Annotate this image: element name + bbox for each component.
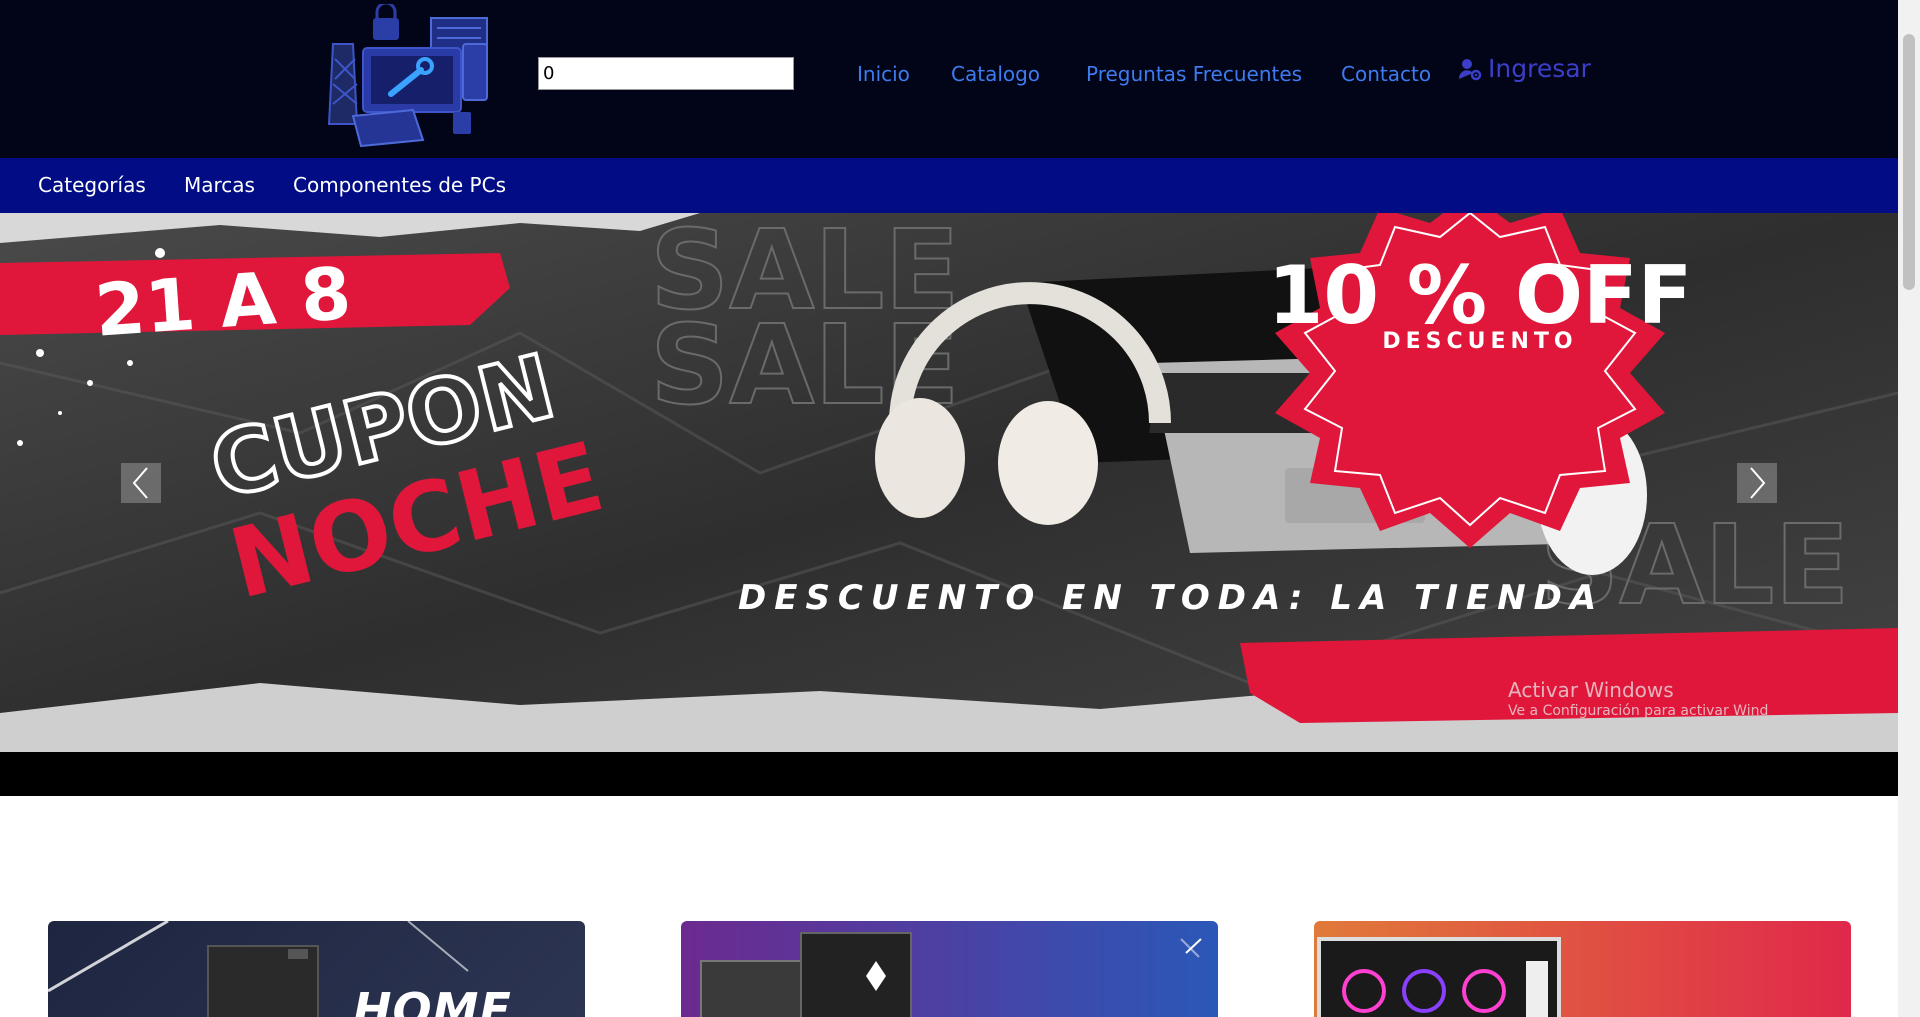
category-card-rgb[interactable]: [1314, 921, 1851, 1017]
card-gaming-art: [700, 932, 1202, 1017]
carousel-next-button[interactable]: [1737, 463, 1777, 503]
page: Inicio Catalogo Preguntas Frecuentes Con…: [0, 0, 1898, 1017]
nav-inicio[interactable]: Inicio: [857, 62, 910, 86]
scrollbar-thumb[interactable]: [1903, 34, 1915, 290]
top-header: [0, 0, 1898, 158]
banner-date: 21 A 8: [92, 251, 353, 353]
nav-catalogo[interactable]: Catalogo: [951, 62, 1040, 86]
search-input[interactable]: [538, 57, 794, 90]
login-label: Ingresar: [1488, 54, 1591, 83]
category-bar: [0, 158, 1898, 213]
computer-repair-logo-icon: [327, 1, 488, 148]
chevron-right-icon: [1750, 467, 1766, 499]
promo-banner: SALE SALE SALE 21 A 8 CUPON NOCHE 10 % O…: [0, 213, 1898, 752]
card-home-label: HOME: [353, 983, 512, 1017]
banner-tagline: DESCUENTO EN TODA: LA TIENDA: [738, 578, 1604, 618]
subnav-marcas[interactable]: Marcas: [184, 173, 255, 197]
subnav-categorias[interactable]: Categorías: [38, 173, 146, 197]
promo-carousel: SALE SALE SALE 21 A 8 CUPON NOCHE 10 % O…: [0, 213, 1898, 752]
user-gear-icon: [1458, 58, 1482, 80]
carousel-footer-strip: [0, 752, 1898, 796]
card-rgb-art: [1317, 937, 1561, 1017]
nav-preguntas-frecuentes[interactable]: Preguntas Frecuentes: [1086, 62, 1302, 86]
subnav-componentes[interactable]: Componentes de PCs: [293, 173, 506, 197]
carousel-prev-button[interactable]: [121, 463, 161, 503]
windows-watermark-sub: Ve a Configuración para activar Wind: [1508, 703, 1768, 719]
chevron-left-icon: [132, 467, 148, 499]
category-card-gaming[interactable]: [681, 921, 1218, 1017]
category-card-home[interactable]: HOME: [48, 921, 585, 1017]
offer-sub: DESCUENTO: [1382, 329, 1577, 354]
windows-watermark-title: Activar Windows: [1508, 678, 1674, 702]
login-link[interactable]: Ingresar: [1458, 54, 1591, 83]
site-logo[interactable]: [313, 1, 497, 148]
nav-contacto[interactable]: Contacto: [1341, 62, 1431, 86]
